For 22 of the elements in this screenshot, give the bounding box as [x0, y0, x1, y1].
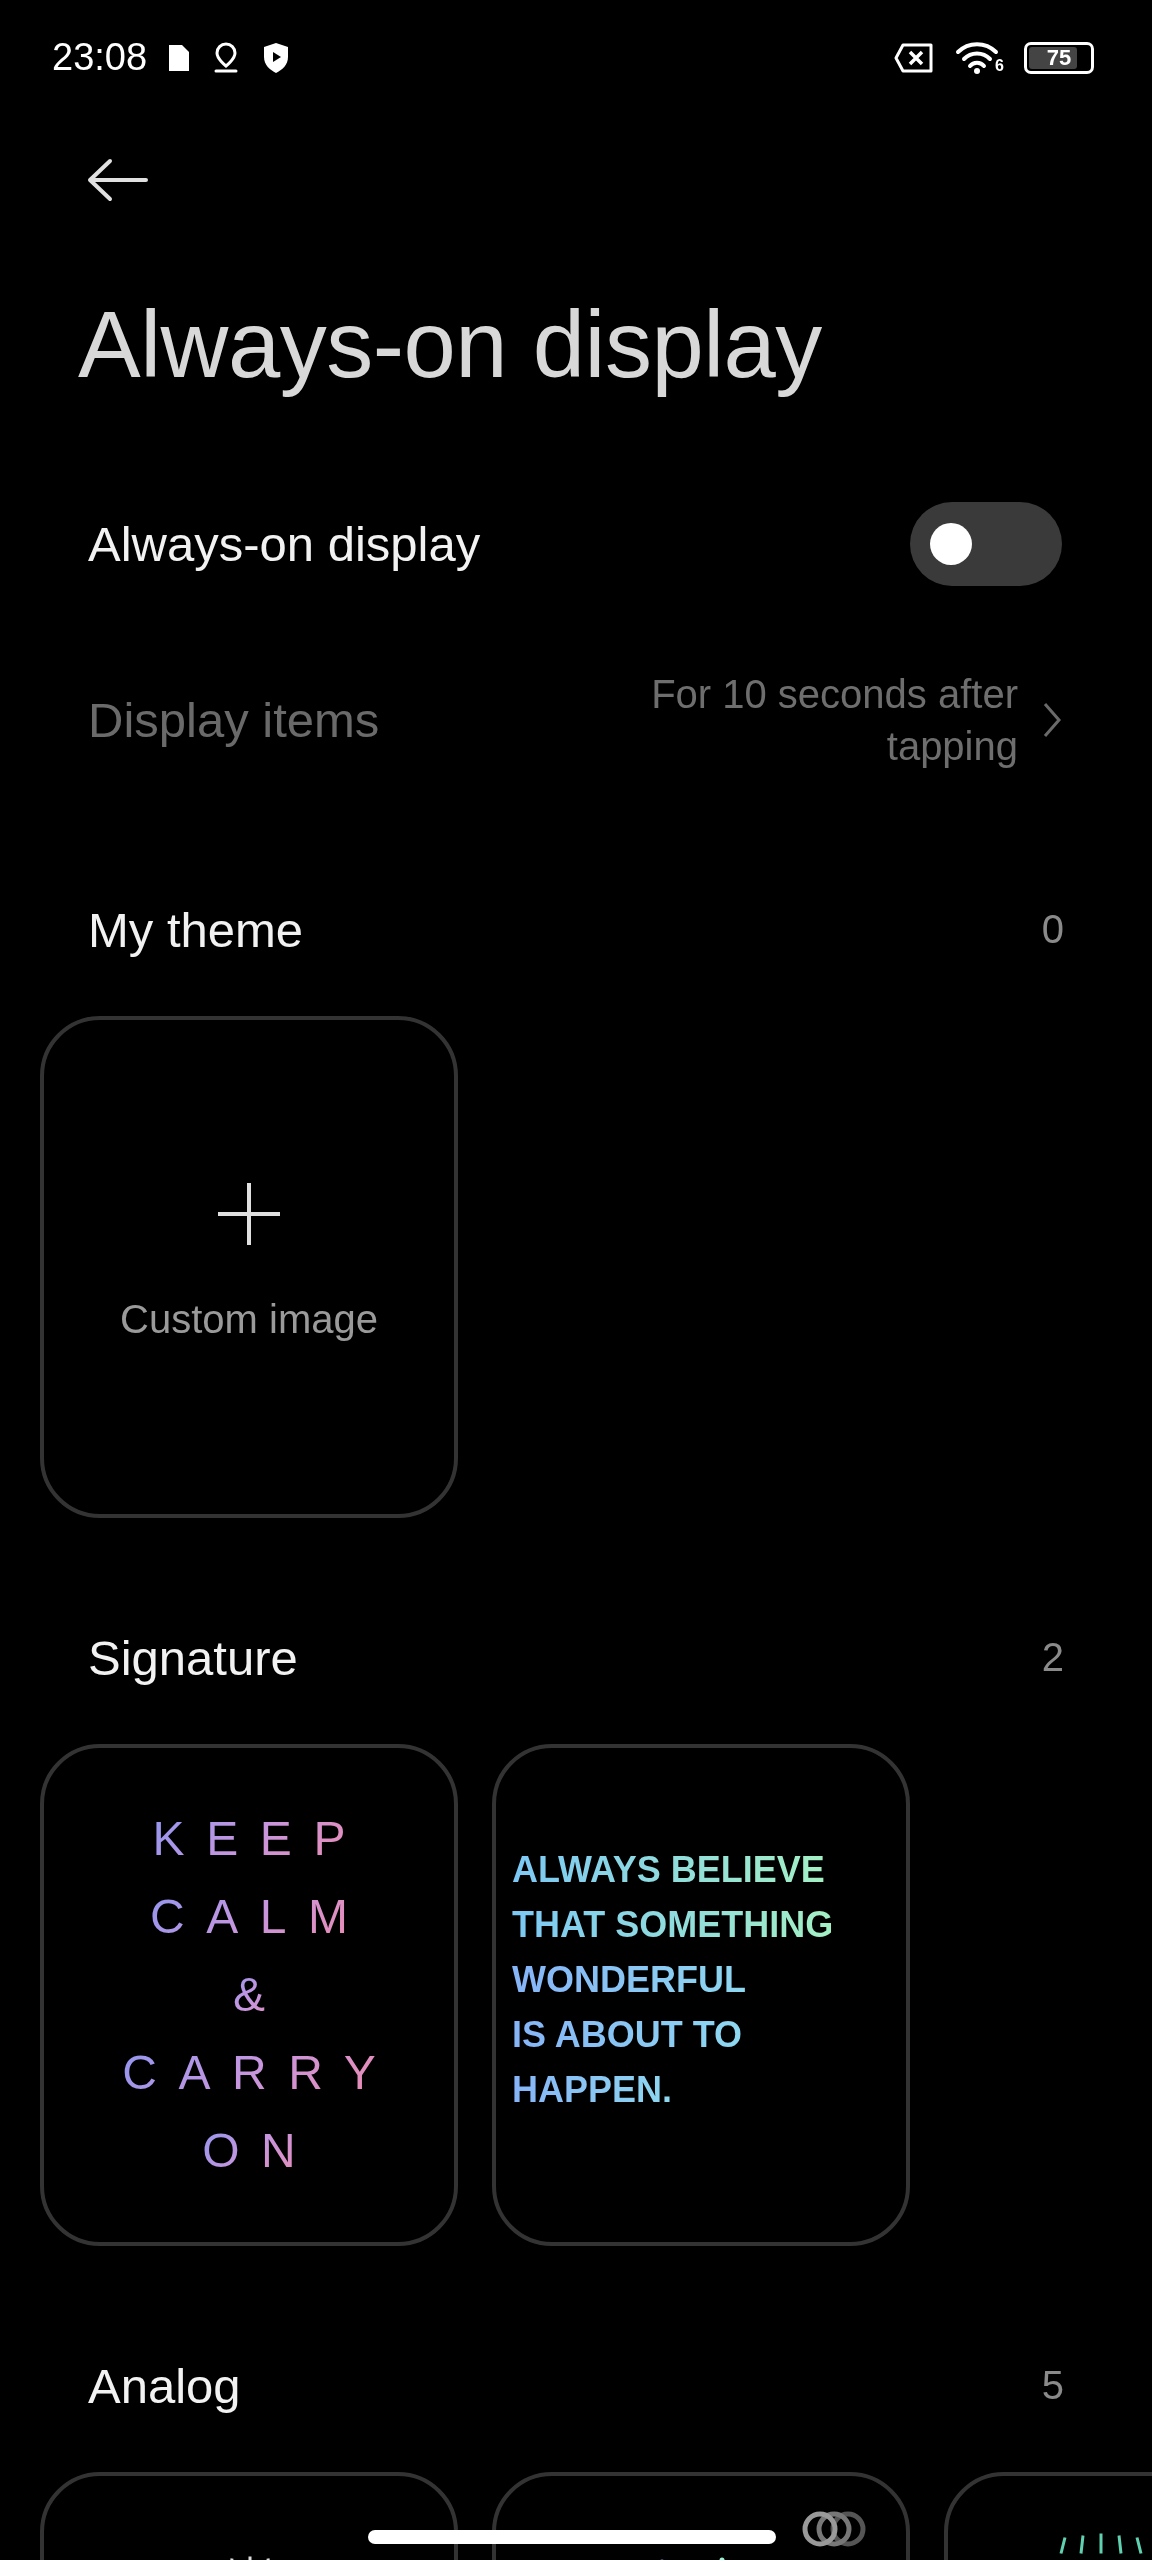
wifi-level-label: 6 — [995, 56, 1004, 75]
card-label: Custom image — [120, 1297, 378, 1343]
settings-row[interactable]: Always-on display — [0, 473, 1152, 614]
plus-icon — [216, 1181, 282, 1248]
sim-card-icon — [167, 42, 192, 73]
section-title: Signature — [88, 1629, 298, 1686]
battery-icon: 75 — [1024, 41, 1094, 74]
setting-label: Display items — [88, 691, 380, 748]
section-count: 2 — [1041, 1635, 1064, 1681]
section-title: Analog — [88, 2357, 241, 2414]
setting-value: For 10 seconds after tapping — [650, 670, 1018, 770]
section-title: My theme — [88, 901, 304, 958]
status-time: 23:08 — [52, 36, 148, 79]
section-count: 5 — [1041, 2363, 1064, 2409]
signature-card[interactable]: KEEP CALM & CARRY ON — [40, 1743, 458, 2246]
x-tag-icon — [893, 41, 936, 74]
setting-label: Always-on display — [88, 515, 481, 572]
signature-card[interactable]: ALWAYS BELIEVE THAT SOMETHING WONDERFUL IS ABOUT TO HAPPEN. — [492, 1743, 910, 2246]
section-count: 0 — [1041, 907, 1064, 953]
chevron-right-icon — [1042, 700, 1062, 739]
add-card[interactable]: Custom image — [40, 1015, 458, 1518]
page-title: Always-on display — [78, 291, 823, 399]
